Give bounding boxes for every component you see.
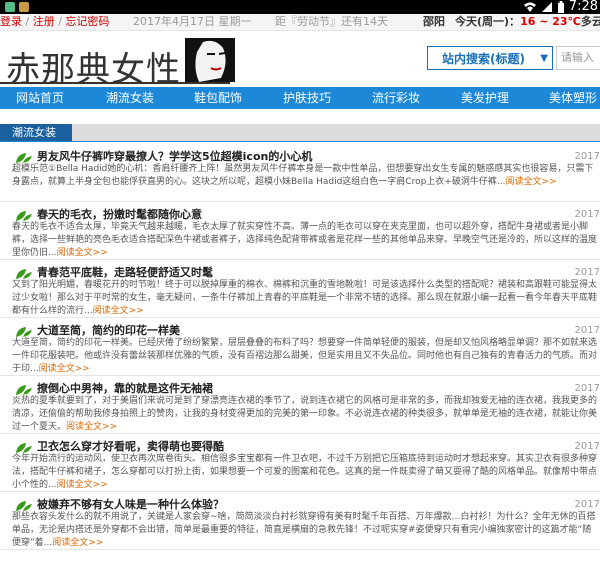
current-date: 2017年4月17日 星期一 — [133, 15, 252, 28]
read-more-link[interactable]: 阅读全文>> — [39, 364, 90, 374]
article-date: 2017 — [574, 209, 600, 220]
read-more-link[interactable]: 阅读全文>> — [93, 306, 144, 316]
article-summary: 大道至简，简约的印花一样美。已经厌倦了纷纷繁繁，层层叠叠的布料了吗？想要穿一件简… — [12, 337, 600, 375]
read-more-link[interactable]: 阅读全文>> — [66, 422, 117, 432]
article-title[interactable]: 青春范平底鞋，走路轻便舒适又时髦 — [37, 264, 213, 280]
article-summary: 超模乐范①Bella Hadid她的心机：香肩纤腰齐上阵！虽然男友风牛仔裤本身是… — [12, 163, 600, 189]
register-link[interactable]: 注册 — [33, 15, 55, 28]
read-more-link[interactable]: 阅读全文>> — [505, 177, 556, 187]
list-item[interactable]: 青春范平底鞋，走路轻便舒适又时髦 2017 又到了阳光明媚，春暖花开的时节啦！终… — [0, 259, 600, 318]
article-title[interactable]: 大道至简，简约的印花一样美 — [37, 322, 180, 338]
section-header: 潮流女装 — [0, 124, 600, 142]
top-info-bar: 登录 / 注册 / 忘记密码 2017年4月17日 星期一 距『劳动节』还有14… — [0, 14, 600, 31]
weather-tail: 多云 — [580, 15, 600, 28]
article-title[interactable]: 撩倒心中男神，靠的就是这件无袖裙 — [37, 380, 213, 396]
article-date: 2017 — [574, 267, 600, 278]
login-link[interactable]: 登录 — [0, 15, 22, 28]
list-item[interactable]: 卫衣怎么穿才好看呢，卖得萌也要得酷 2017 今年开始流行的运动风，使卫衣再次席… — [0, 433, 600, 492]
list-item[interactable]: 被嫌弃不够有女人味是一种什么体验？ 2017 那些衣容头发什么的就不用说了，关键… — [0, 491, 600, 550]
forgot-password-link[interactable]: 忘记密码 — [65, 15, 109, 28]
festival-countdown: 距『劳动节』还有14天 — [275, 15, 388, 28]
weather-temp: 16 ~ 23℃ — [520, 15, 581, 28]
clock: 7:28 — [568, 0, 598, 14]
list-item[interactable]: 春天的毛衣，扮嫩时髦都随你心意 2017 春天的毛衣不适合太厚，毕竟天气越来越暖… — [0, 201, 600, 260]
nav-item-skincare[interactable]: 护肤技巧 — [283, 87, 331, 109]
article-date: 2017 — [574, 441, 600, 452]
article-summary: 今年开始流行的运动风，使卫衣再次席卷街头。相信很多宝宝都有一件卫衣吧，不过千万别… — [12, 453, 600, 491]
section-title: 潮流女装 — [0, 124, 72, 141]
search-scope-label: 站内搜索(标题) — [442, 52, 525, 66]
nav-item-shoes-bags[interactable]: 鞋包配饰 — [194, 87, 242, 109]
article-title[interactable]: 卫衣怎么穿才好看呢，卖得萌也要得酷 — [37, 438, 224, 454]
article-summary: 炎热的夏季就要到了，对于美眉们来说可是到了穿漂亮连衣裙的季节了，说到连衣裙它的风… — [12, 395, 600, 433]
chevron-down-icon: ▼ — [540, 53, 548, 64]
nav-item-fashion[interactable]: 潮流女装 — [106, 87, 154, 109]
status-bar: 7:28 — [0, 0, 600, 14]
site-logo[interactable]: 赤那典女性 — [0, 38, 235, 90]
article-summary: 又到了阳光明媚，春暖花开的时节啦！终于可以脱掉厚重的棉衣、棉裤和沉重的雪地靴啦！… — [12, 279, 600, 317]
nav-item-body[interactable]: 美体塑形 — [549, 87, 597, 109]
logo-portrait-image — [185, 38, 235, 82]
app-notification-icon — [5, 2, 29, 12]
search-scope-select[interactable]: 站内搜索(标题) ▼ — [427, 46, 553, 70]
wifi-icon — [523, 2, 536, 12]
weather-city: 邵阳 — [423, 15, 445, 28]
article-title[interactable]: 男友风牛仔裤咋穿最撩人？学学这5位超模icon的小心机 — [37, 148, 312, 164]
article-title[interactable]: 被嫌弃不够有女人味是一种什么体验？ — [37, 496, 224, 512]
signal-icon — [541, 2, 552, 12]
battery-icon — [557, 1, 564, 13]
read-more-link[interactable]: 阅读全文>> — [52, 538, 103, 548]
article-title[interactable]: 春天的毛衣，扮嫩时髦都随你心意 — [37, 206, 202, 222]
list-item[interactable]: 男友风牛仔裤咋穿最撩人？学学这5位超模icon的小心机 2017 超模乐范①Be… — [0, 143, 600, 202]
article-date: 2017 — [574, 383, 600, 394]
article-summary: 春天的毛衣不适合太厚，毕竟天气越来越暖，毛衣太厚了就实穿性不高。薄一点的毛衣可以… — [12, 221, 600, 259]
site-header: 赤那典女性 站内搜索(标题) ▼ 请输入 — [0, 31, 600, 90]
main-nav: 网站首页 潮流女装 鞋包配饰 护肤技巧 流行彩妆 美发护理 美体塑形 — [0, 87, 600, 109]
article-summary: 那些衣容头发什么的就不用说了，关键是人家会穿~啥，简简淡淡白衬衫就穿得有美有时髦… — [12, 511, 600, 549]
read-more-link[interactable]: 阅读全文>> — [57, 248, 108, 258]
nav-item-makeup[interactable]: 流行彩妆 — [372, 87, 420, 109]
article-date: 2017 — [574, 499, 600, 510]
search-input[interactable]: 请输入 — [556, 46, 600, 70]
site-name: 赤那典女性 — [6, 50, 181, 90]
article-date: 2017 — [574, 325, 600, 336]
list-item[interactable]: 大道至简，简约的印花一样美 2017 大道至简，简约的印花一样美。已经厌倦了纷纷… — [0, 317, 600, 376]
list-item[interactable]: 撩倒心中男神，靠的就是这件无袖裙 2017 炎热的夏季就要到了，对于美眉们来说可… — [0, 375, 600, 434]
weather-info: 今天(周一)：16 ~ 23℃多云 — [455, 14, 600, 30]
nav-item-hair[interactable]: 美发护理 — [461, 87, 509, 109]
article-summary-text: 大道至简，简约的印花一样美。已经厌倦了纷纷繁繁，层层叠叠的布料了吗？想要穿一件简… — [12, 338, 598, 374]
article-date: 2017 — [574, 151, 600, 162]
weather-label: 今天(周一)： — [455, 15, 521, 28]
read-more-link[interactable]: 阅读全文>> — [57, 480, 108, 490]
nav-item-home[interactable]: 网站首页 — [16, 87, 64, 109]
